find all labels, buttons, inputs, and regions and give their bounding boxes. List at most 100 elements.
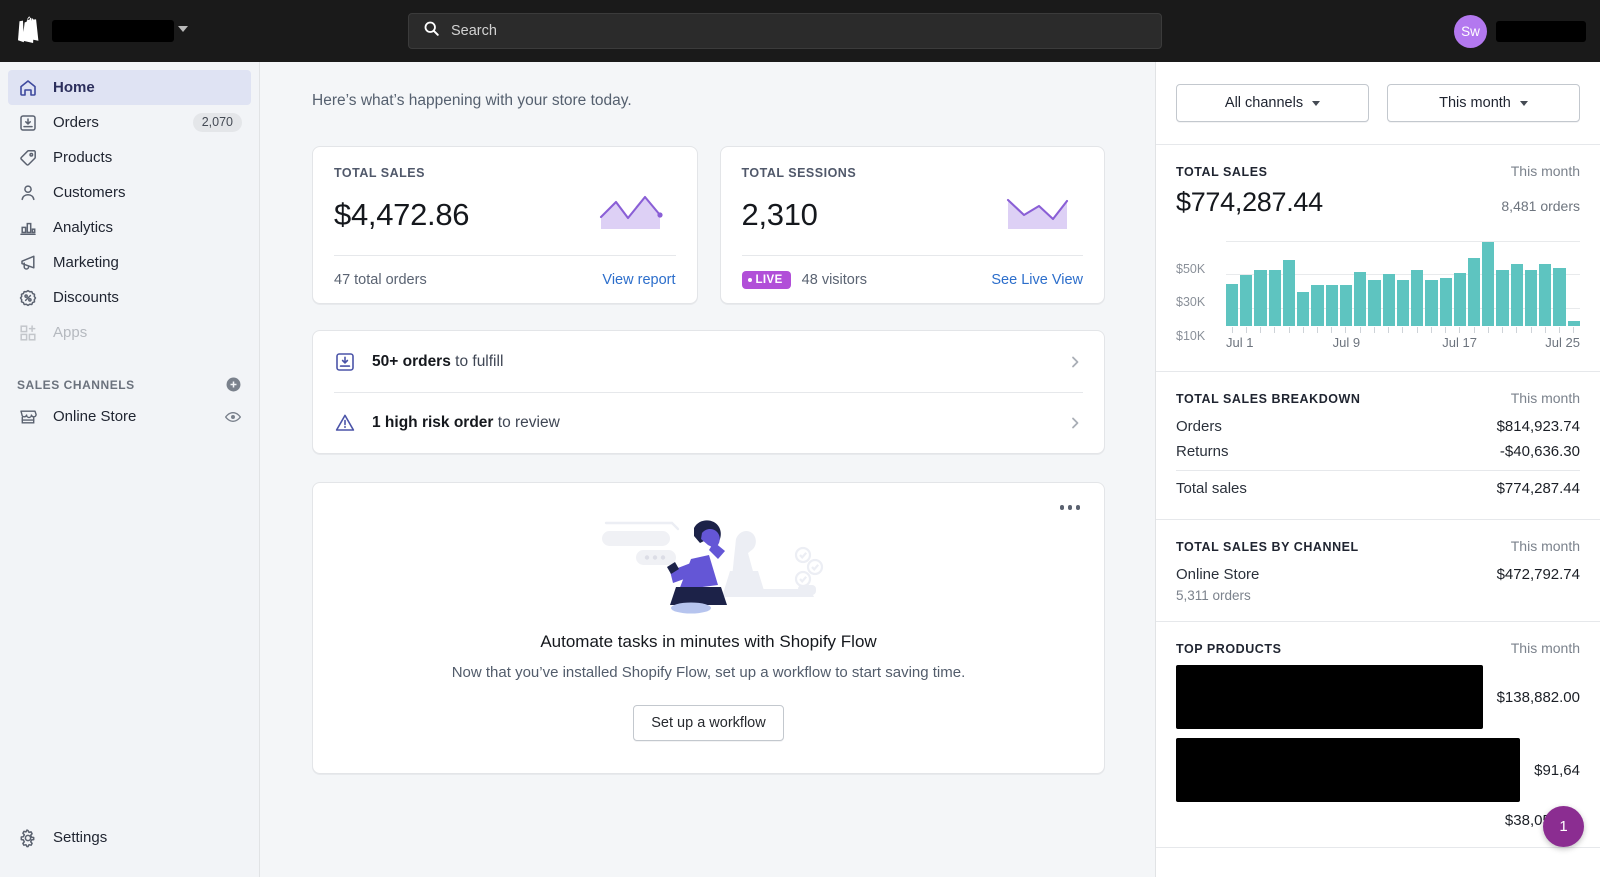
eye-icon[interactable] xyxy=(224,408,242,426)
breakdown-label: Orders xyxy=(1176,418,1222,435)
chart-bar[interactable] xyxy=(1411,270,1424,326)
chart-bar[interactable] xyxy=(1297,292,1310,326)
chart-bar[interactable] xyxy=(1453,272,1466,326)
chart-bar[interactable] xyxy=(1496,270,1509,326)
sidebar-item-marketing[interactable]: Marketing xyxy=(8,245,251,280)
chart-tick xyxy=(1525,327,1537,333)
metric-title: TOTAL SESSIONS xyxy=(741,166,857,180)
chart-y-tick-label: $10K xyxy=(1176,329,1206,344)
chart-x-axis-labels: Jul 1 Jul 9 Jul 17 Jul 25 xyxy=(1226,335,1580,353)
user-menu[interactable]: Sw xyxy=(1454,0,1586,62)
action-list-card: 50+ orders to fulfill 1 high risk order … xyxy=(312,330,1105,454)
sidebar-item-home[interactable]: Home xyxy=(8,70,251,105)
chart-tick xyxy=(1440,327,1452,333)
search-input[interactable] xyxy=(451,23,1147,39)
chart-tick xyxy=(1340,327,1352,333)
help-badge[interactable]: 1 xyxy=(1543,806,1584,847)
chart-bar[interactable] xyxy=(1226,283,1239,326)
breakdown-total-row: Total sales $774,287.44 xyxy=(1176,470,1580,501)
chart-bar[interactable] xyxy=(1439,277,1452,326)
ellipsis-icon[interactable] xyxy=(1052,497,1089,518)
action-rest: to review xyxy=(493,414,560,431)
global-search[interactable] xyxy=(408,13,1162,49)
sidebar-item-settings[interactable]: Settings xyxy=(8,820,251,855)
insights-panel: All channels This month TOTAL SALES This… xyxy=(1155,62,1600,877)
chart-tick xyxy=(1482,327,1494,333)
sidebar-item-apps[interactable]: Apps xyxy=(8,315,251,350)
sidebar-item-label: Apps xyxy=(53,324,88,341)
sidebar-item-analytics[interactable]: Analytics xyxy=(8,210,251,245)
chart-bar[interactable] xyxy=(1311,285,1324,326)
action-strong: 50+ orders xyxy=(372,352,451,370)
chart-bar[interactable] xyxy=(1339,285,1353,326)
panel-filters: All channels This month xyxy=(1156,62,1600,145)
live-badge-label: LIVE xyxy=(755,273,783,286)
chart-bar[interactable] xyxy=(1325,284,1338,326)
chart-bar[interactable] xyxy=(1510,264,1523,326)
chart-tick xyxy=(1511,327,1523,333)
channel-value: $472,792.74 xyxy=(1496,566,1580,583)
home-icon xyxy=(17,77,38,98)
chart-bar[interactable] xyxy=(1354,271,1367,326)
discount-icon xyxy=(17,287,38,308)
bar-chart-icon xyxy=(17,217,38,238)
section-title: TOTAL SALES BREAKDOWN xyxy=(1176,392,1361,406)
plus-circle-icon[interactable] xyxy=(225,376,242,393)
chart-bar[interactable] xyxy=(1382,273,1395,326)
action-row-orders-to-fulfill[interactable]: 50+ orders to fulfill xyxy=(334,331,1083,392)
see-live-view-link[interactable]: See Live View xyxy=(991,272,1083,288)
search-box[interactable] xyxy=(408,13,1162,49)
top-product-row: $138,882.00 xyxy=(1176,665,1580,729)
date-range-filter-button[interactable]: This month xyxy=(1387,84,1580,122)
breakdown-row: Returns -$40,636.30 xyxy=(1176,439,1580,464)
sidebar-item-discounts[interactable]: Discounts xyxy=(8,280,251,315)
chart-x-ticks xyxy=(1226,327,1580,333)
chart-bar[interactable] xyxy=(1254,270,1267,326)
chart-tick xyxy=(1397,327,1409,333)
chart-bar[interactable] xyxy=(1553,267,1566,326)
chart-tick xyxy=(1326,327,1338,333)
view-report-link[interactable]: View report xyxy=(602,272,675,288)
channel-filter-button[interactable]: All channels xyxy=(1176,84,1369,122)
chart-bar[interactable] xyxy=(1524,270,1538,326)
chart-bar[interactable] xyxy=(1240,275,1253,326)
sidebar-item-customers[interactable]: Customers xyxy=(8,175,251,210)
chart-bar[interactable] xyxy=(1539,264,1552,326)
total-sales-bar-chart[interactable]: $50K $30K $10K Jul 1 Jul 9 Jul 17 Jul 25 xyxy=(1176,228,1580,353)
action-text: 1 high risk order to review xyxy=(372,414,1051,432)
sidebar-item-online-store[interactable]: Online Store xyxy=(8,399,251,434)
top-product-row: $91,64 xyxy=(1176,738,1580,802)
channel-label: Online Store xyxy=(1176,566,1260,583)
chevron-right-icon xyxy=(1067,354,1083,370)
chart-bar[interactable] xyxy=(1567,320,1580,326)
channel-orders-subtext: 5,311 orders xyxy=(1176,588,1251,603)
sidebar-item-products[interactable]: Products xyxy=(8,140,251,175)
chart-tick xyxy=(1297,327,1309,333)
breakdown-value: $814,923.74 xyxy=(1496,418,1580,435)
chart-bar[interactable] xyxy=(1396,280,1410,326)
set-up-workflow-button[interactable]: Set up a workflow xyxy=(633,705,784,742)
chart-bar[interactable] xyxy=(1268,270,1281,326)
chart-bar[interactable] xyxy=(1425,279,1438,326)
chart-bar[interactable] xyxy=(1467,258,1481,326)
product-value: $91,64 xyxy=(1534,761,1580,779)
metric-card-total-sales[interactable]: TOTAL SALES $4,472.86 47 total orders Vi… xyxy=(312,146,698,304)
avatar[interactable]: Sw xyxy=(1454,14,1487,48)
action-row-high-risk-order[interactable]: 1 high risk order to review xyxy=(334,392,1083,453)
chart-y-tick-label: $50K xyxy=(1176,261,1206,276)
panel-sales-by-channel-section: TOTAL SALES BY CHANNEL This month Online… xyxy=(1156,520,1600,622)
chart-bar[interactable] xyxy=(1368,280,1381,326)
metric-cards: TOTAL SALES $4,472.86 47 total orders Vi… xyxy=(312,146,1105,304)
sidebar-item-orders[interactable]: Orders 2,070 xyxy=(8,105,251,140)
metric-card-total-sessions[interactable]: TOTAL SESSIONS 2,310 LIVE 48 visitors Se… xyxy=(719,146,1105,304)
sidebar-item-label: Marketing xyxy=(53,254,119,271)
chart-bar[interactable] xyxy=(1282,260,1296,326)
page-greeting: Here’s what’s happening with your store … xyxy=(312,92,632,109)
total-sales-orders: 8,481 orders xyxy=(1501,198,1580,214)
chart-bar[interactable] xyxy=(1482,241,1495,326)
store-switcher[interactable] xyxy=(0,14,260,48)
total-sales-value: $774,287.44 xyxy=(1176,187,1323,217)
product-value: $138,882.00 xyxy=(1496,688,1580,706)
shopify-flow-promo-card: Automate tasks in minutes with Shopify F… xyxy=(312,482,1105,775)
section-title: TOTAL SALES xyxy=(1176,165,1268,179)
